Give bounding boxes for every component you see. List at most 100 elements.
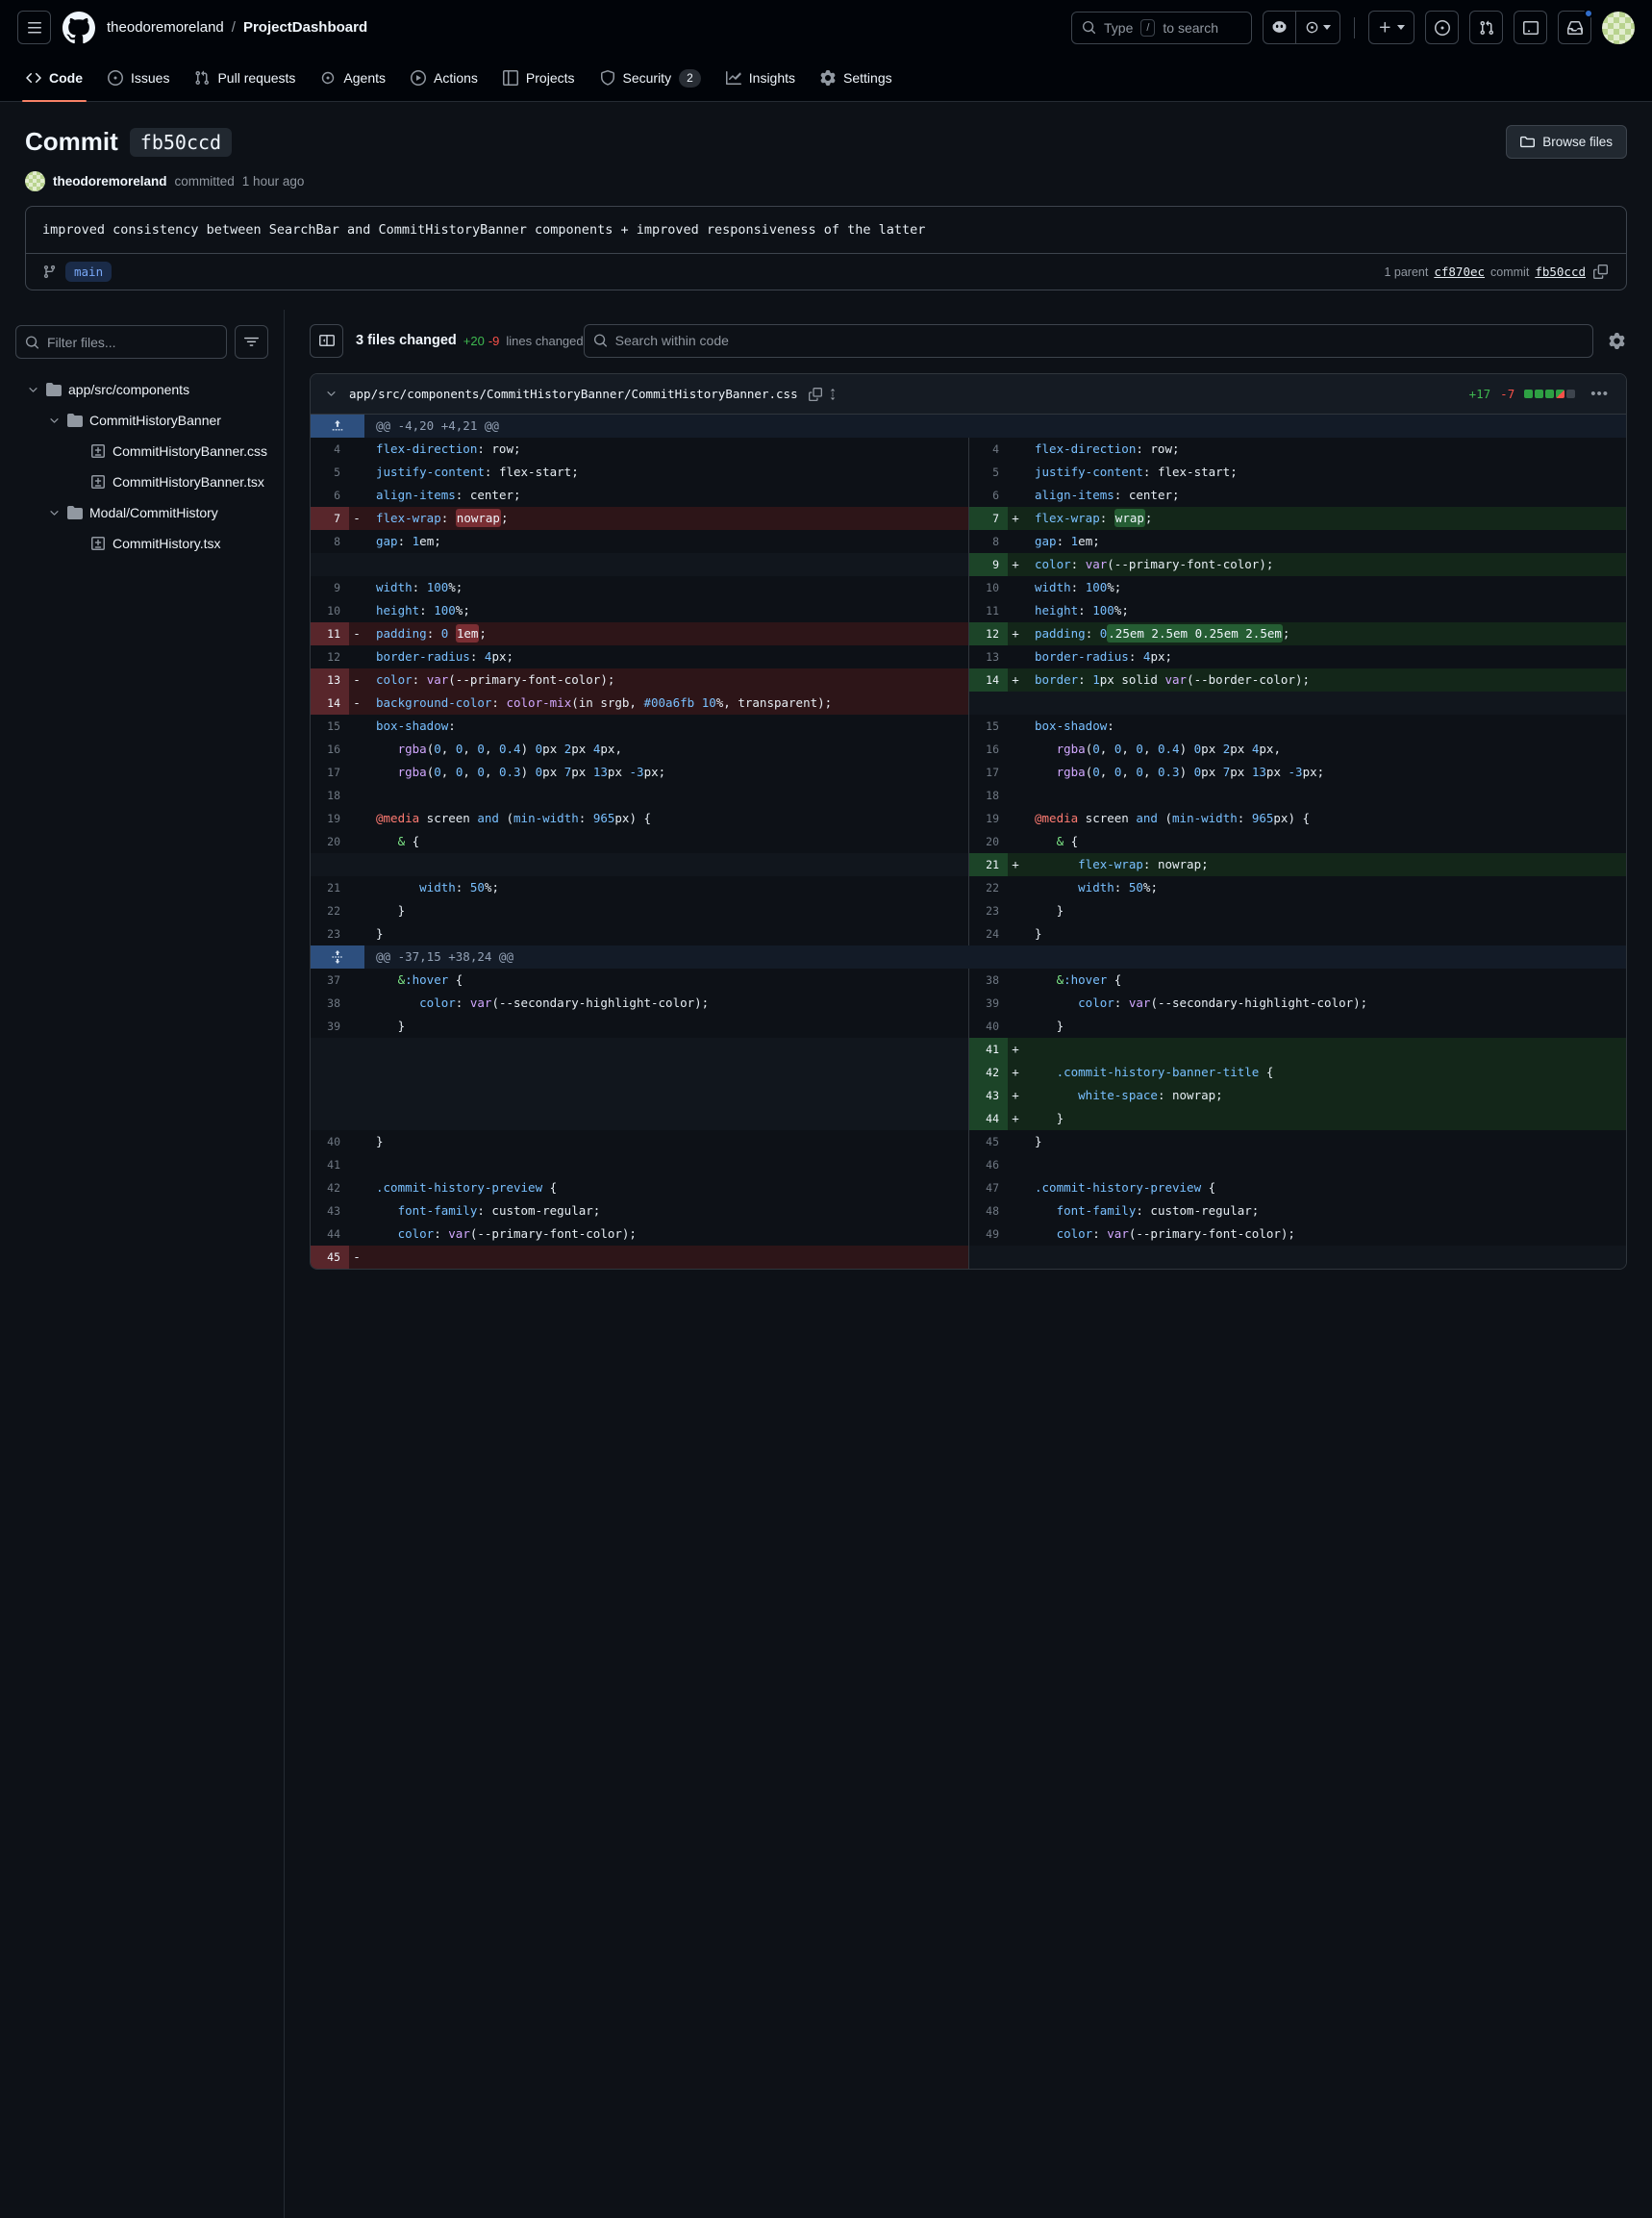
line-number[interactable]: 13: [311, 668, 349, 692]
line-number[interactable]: 24: [969, 922, 1008, 945]
line-number[interactable]: 11: [311, 622, 349, 645]
line-number[interactable]: 23: [969, 899, 1008, 922]
tab-security[interactable]: Security 2: [588, 55, 713, 101]
tree-item-commithistory.tsx[interactable]: CommitHistory.tsx: [15, 528, 268, 559]
copy-sha-button[interactable]: [1591, 263, 1610, 281]
line-number[interactable]: 9: [311, 576, 349, 599]
line-number[interactable]: 20: [969, 830, 1008, 853]
line-number[interactable]: 4: [969, 438, 1008, 461]
line-number[interactable]: 22: [311, 899, 349, 922]
tab-pull-requests[interactable]: Pull requests: [182, 55, 308, 101]
line-number[interactable]: 9: [969, 553, 1008, 576]
line-number[interactable]: 15: [311, 715, 349, 738]
line-number[interactable]: 4: [311, 438, 349, 461]
author-avatar[interactable]: [25, 171, 45, 191]
split-view-toggle-button[interactable]: [310, 323, 343, 358]
line-number[interactable]: 42: [311, 1176, 349, 1199]
search-within-code-input[interactable]: [583, 323, 1593, 358]
line-number[interactable]: 45: [311, 1246, 349, 1269]
line-number[interactable]: 19: [311, 807, 349, 830]
line-number[interactable]: 44: [311, 1222, 349, 1246]
line-number[interactable]: 16: [969, 738, 1008, 761]
tab-insights[interactable]: Insights: [713, 55, 808, 101]
line-number[interactable]: 5: [969, 461, 1008, 484]
line-number[interactable]: 15: [969, 715, 1008, 738]
branch-label[interactable]: main: [65, 262, 113, 282]
line-number[interactable]: 6: [311, 484, 349, 507]
file-filter-button[interactable]: [235, 325, 268, 359]
line-number[interactable]: 38: [969, 969, 1008, 992]
line-number[interactable]: 10: [969, 576, 1008, 599]
breadcrumb-owner[interactable]: theodoremoreland: [107, 19, 224, 36]
line-number[interactable]: 17: [969, 761, 1008, 784]
filter-files-input[interactable]: [15, 325, 227, 359]
line-number[interactable]: 45: [969, 1130, 1008, 1153]
tree-item-modal/commithistory[interactable]: Modal/CommitHistory: [15, 497, 268, 528]
line-number[interactable]: 13: [969, 645, 1008, 668]
line-number[interactable]: 37: [311, 969, 349, 992]
panel-button[interactable]: [1514, 11, 1547, 44]
line-number[interactable]: 19: [969, 807, 1008, 830]
notifications-inbox-button[interactable]: [1558, 9, 1593, 44]
line-number[interactable]: 39: [311, 1015, 349, 1038]
line-number[interactable]: 8: [969, 530, 1008, 553]
global-navigation-menu-button[interactable]: [17, 11, 51, 44]
user-avatar[interactable]: [1602, 11, 1635, 44]
create-new-button[interactable]: [1368, 11, 1414, 44]
author-name[interactable]: theodoremoreland: [53, 174, 167, 189]
line-number[interactable]: 23: [311, 922, 349, 945]
line-number[interactable]: 17: [311, 761, 349, 784]
line-number[interactable]: 14: [969, 668, 1008, 692]
line-number[interactable]: 46: [969, 1153, 1008, 1176]
line-number[interactable]: 21: [969, 853, 1008, 876]
line-number[interactable]: 40: [969, 1015, 1008, 1038]
line-number[interactable]: 40: [311, 1130, 349, 1153]
line-number[interactable]: 43: [311, 1199, 349, 1222]
line-number[interactable]: 8: [311, 530, 349, 553]
tab-issues[interactable]: Issues: [95, 55, 182, 101]
diff-settings-button[interactable]: [1607, 331, 1627, 351]
tab-agents[interactable]: Agents: [308, 55, 398, 101]
global-search-input[interactable]: Type / to search: [1071, 11, 1252, 44]
line-number[interactable]: 49: [969, 1222, 1008, 1246]
copilot-agents-menu-button[interactable]: [1296, 11, 1340, 44]
line-number[interactable]: 21: [311, 876, 349, 899]
copy-path-button[interactable]: [807, 386, 824, 403]
file-options-button[interactable]: •••: [1585, 382, 1614, 406]
tree-item-commithistorybanner.css[interactable]: CommitHistoryBanner.css: [15, 436, 268, 466]
line-number[interactable]: 44: [969, 1107, 1008, 1130]
tab-actions[interactable]: Actions: [398, 55, 490, 101]
browse-files-button[interactable]: Browse files: [1506, 125, 1627, 159]
commit-sha-link[interactable]: fb50ccd: [1535, 265, 1586, 279]
line-number[interactable]: 18: [311, 784, 349, 807]
line-number[interactable]: 38: [311, 992, 349, 1015]
tab-projects[interactable]: Projects: [490, 55, 588, 101]
github-logo[interactable]: [62, 11, 96, 45]
breadcrumb-repo[interactable]: ProjectDashboard: [243, 19, 367, 36]
expand-hunk-button[interactable]: [311, 415, 364, 438]
expand-hunk-button[interactable]: [311, 945, 364, 969]
line-number[interactable]: 43: [969, 1084, 1008, 1107]
line-number[interactable]: 14: [311, 692, 349, 715]
line-number[interactable]: 16: [311, 738, 349, 761]
line-number[interactable]: 22: [969, 876, 1008, 899]
line-number[interactable]: 20: [311, 830, 349, 853]
tree-item-app/src/components[interactable]: app/src/components: [15, 374, 268, 405]
line-number[interactable]: 7: [969, 507, 1008, 530]
line-number[interactable]: 6: [969, 484, 1008, 507]
issues-button[interactable]: [1425, 11, 1459, 44]
line-number[interactable]: 7: [311, 507, 349, 530]
line-number[interactable]: 5: [311, 461, 349, 484]
copilot-button[interactable]: [1263, 11, 1296, 44]
tab-code[interactable]: Code: [13, 55, 95, 102]
line-number[interactable]: 12: [311, 645, 349, 668]
tree-item-commithistorybanner.tsx[interactable]: CommitHistoryBanner.tsx: [15, 466, 268, 497]
line-number[interactable]: 41: [311, 1153, 349, 1176]
line-number[interactable]: 47: [969, 1176, 1008, 1199]
line-number[interactable]: 39: [969, 992, 1008, 1015]
line-number[interactable]: 12: [969, 622, 1008, 645]
tab-settings[interactable]: Settings: [808, 55, 905, 101]
line-number[interactable]: 10: [311, 599, 349, 622]
pull-requests-button[interactable]: [1469, 11, 1503, 44]
tree-item-commithistorybanner[interactable]: CommitHistoryBanner: [15, 405, 268, 436]
